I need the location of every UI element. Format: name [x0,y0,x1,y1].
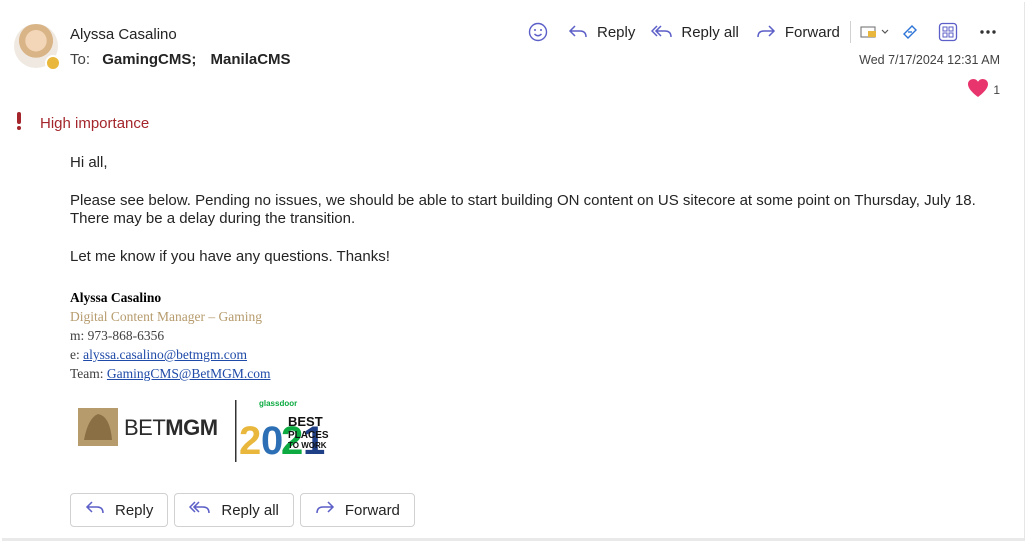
high-importance-banner: High importance [16,112,149,135]
reply-button[interactable]: Reply [567,21,635,43]
forward-label: Forward [784,23,840,41]
svg-text:PLACES: PLACES [288,430,329,441]
bottom-reply-all-button[interactable]: Reply all [174,493,294,527]
betmgm-glassdoor-logo: BETMGM glassdoor 2 0 2 1 BEST PLACES TO … [74,396,334,466]
email-link[interactable]: alyssa.casalino@betmgm.com [83,347,247,362]
reply-icon [567,21,589,43]
presence-away-icon [45,55,61,71]
email-reading-pane: Alyssa Casalino To: GamingCMS; ManilaCMS… [2,2,1025,541]
bottom-forward-button[interactable]: Forward [299,493,415,527]
svg-text:0: 0 [261,419,283,463]
reply-icon [85,500,105,520]
message-body: Hi all, Please see below. Pending no iss… [70,154,1000,286]
forward-icon [755,21,777,43]
body-paragraph: Please see below. Pending no issues, we … [70,192,976,227]
email-label: e: [70,347,80,362]
signature-email: e: alyssa.casalino@betmgm.com [70,345,270,364]
reaction-count: 1 [993,82,1000,97]
forward-icon [315,500,335,520]
link-icon[interactable] [899,21,921,43]
reply-all-button[interactable]: Reply all [651,21,739,43]
body-paragraph: Let me know if you have any questions. T… [70,248,390,265]
email-signature: Alyssa Casalino Digital Content Manager … [70,288,270,383]
reply-all-icon [189,500,211,520]
signature-title: Digital Content Manager – Gaming [70,309,262,324]
heart-icon [967,78,989,101]
reply-label: Reply [115,501,154,519]
greeting: Hi all, [70,154,108,171]
svg-text:glassdoor: glassdoor [259,399,297,408]
svg-text:BEST: BEST [288,414,323,429]
recipient[interactable]: GamingCMS; [102,51,196,68]
mobile-number: 973-868-6356 [87,328,165,343]
team-label: Team: [70,366,104,381]
recipient[interactable]: ManilaCMS [211,51,291,68]
signature-team: Team: GamingCMS@BetMGM.com [70,364,270,383]
flag-category-icon[interactable] [859,21,891,43]
forward-button[interactable]: Forward [755,21,840,43]
message-toolbar: Reply Reply all Forward [527,18,999,46]
reply-label: Reply [597,23,636,41]
forward-label: Forward [344,501,400,519]
to-label: To: [70,51,91,68]
svg-text:2: 2 [239,419,261,463]
reaction-summary[interactable]: 1 [967,78,1000,101]
importance-label: High importance [40,115,150,132]
bottom-reply-button[interactable]: Reply [70,493,169,527]
signature-name: Alyssa Casalino [70,290,162,305]
svg-text:TO WORK: TO WORK [288,441,327,450]
sent-date: Wed 7/17/2024 12:31 AM [859,53,1000,67]
reply-all-label: Reply all [221,501,279,519]
quick-reply-bar: Reply Reply all Forward [70,493,415,527]
sender-name[interactable]: Alyssa Casalino [70,26,177,43]
team-email-link[interactable]: GamingCMS@BetMGM.com [107,366,271,381]
emoji-react-icon[interactable] [527,21,549,43]
signature-mobile: m: 973-868-6356 [70,326,270,345]
mobile-label: m: [70,328,85,343]
reply-all-label: Reply all [681,23,739,41]
recipients-row: To: GamingCMS; ManilaCMS [70,51,301,68]
more-options-icon[interactable] [977,21,999,43]
reply-all-icon [651,21,673,43]
toolbar-divider [849,21,851,43]
exclamation-icon [16,112,22,135]
apps-icon[interactable] [937,21,959,43]
svg-text:BETMGM: BETMGM [124,415,218,440]
